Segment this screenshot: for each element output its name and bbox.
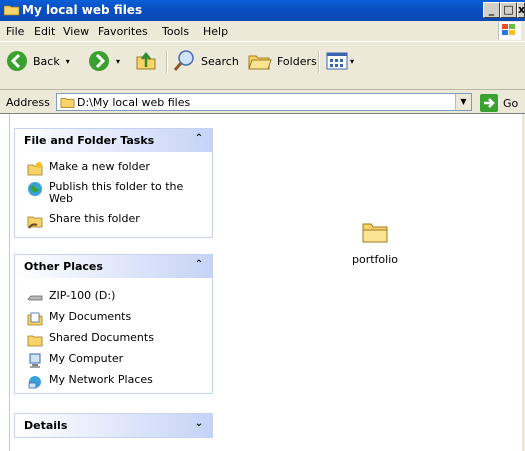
place-label: My Network Places <box>49 373 153 386</box>
place-label: My Computer <box>49 352 124 365</box>
file-item[interactable]: portfolio <box>350 220 400 266</box>
globe-icon <box>28 182 42 196</box>
address-label: Address <box>6 96 50 109</box>
computer-icon <box>29 353 41 368</box>
address-value: D:\My local web files <box>77 96 191 109</box>
forward-arrow-icon <box>89 51 109 71</box>
left-gutter <box>0 114 10 451</box>
shared-folder-icon <box>27 335 43 347</box>
place-label: My Documents <box>49 310 132 323</box>
close-button[interactable]: x <box>517 2 525 18</box>
task-publish-to-web[interactable]: Publish this folder to the Web <box>27 181 199 205</box>
share-folder-icon <box>27 216 43 229</box>
minimize-button[interactable]: _ <box>483 2 500 18</box>
folder-icon <box>60 97 75 108</box>
file-folder-tasks-panel: File and Folder Tasks ⌃ Make a new folde… <box>14 128 213 238</box>
address-input[interactable]: D:\My local web files ▼ <box>56 93 472 111</box>
file-folder-tasks-header[interactable]: File and Folder Tasks ⌃ <box>15 129 212 152</box>
maximize-button[interactable]: □ <box>500 2 517 18</box>
place-shared-documents[interactable]: Shared Documents <box>27 332 199 348</box>
window-title: My local web files <box>22 3 143 17</box>
details-header[interactable]: Details ⌄ <box>15 414 212 437</box>
back-label: Back <box>33 54 60 68</box>
folders-label: Folders <box>277 54 317 68</box>
my-documents-icon <box>27 312 43 326</box>
collapse-chevron-icon[interactable]: ⌃ <box>192 133 206 147</box>
collapse-chevron-icon[interactable]: ⌃ <box>192 259 206 273</box>
search-label: Search <box>201 54 239 68</box>
place-label: ZIP-100 (D:) <box>49 289 116 302</box>
chevron-down-icon: ▾ <box>350 56 355 66</box>
up-folder-icon <box>136 51 156 70</box>
chevron-down-icon: ▾ <box>65 56 70 66</box>
back-arrow-icon <box>7 51 27 71</box>
task-label: Publish this folder to the Web <box>49 180 184 205</box>
views-button[interactable]: ▾ <box>326 49 354 73</box>
folder-icon <box>4 5 20 16</box>
file-view-area[interactable] <box>218 116 525 451</box>
place-my-network-places[interactable]: My Network Places <box>27 374 199 390</box>
go-button[interactable]: Go <box>480 94 518 112</box>
folder-icon <box>362 223 388 243</box>
menu-file[interactable]: File <box>6 25 24 38</box>
title-bar[interactable]: My local web files _ □ x <box>0 0 525 21</box>
menu-tools[interactable]: Tools <box>162 25 189 38</box>
folders-icon <box>248 55 272 70</box>
menu-bar: File Edit View Favorites Tools Help <box>0 21 525 42</box>
panel-title: File and Folder Tasks <box>24 134 155 147</box>
windows-logo-icon <box>498 22 521 40</box>
other-places-header[interactable]: Other Places ⌃ <box>15 255 212 278</box>
place-label: Shared Documents <box>49 331 154 344</box>
task-label: Share this folder <box>49 212 140 225</box>
search-button[interactable]: Search <box>172 49 239 73</box>
place-my-computer[interactable]: My Computer <box>27 353 199 369</box>
task-make-new-folder[interactable]: Make a new folder <box>27 161 199 177</box>
network-places-icon <box>28 376 41 389</box>
drive-icon <box>27 295 43 301</box>
go-arrow-icon <box>480 94 498 112</box>
file-name: portfolio <box>352 253 398 266</box>
other-places-panel: Other Places ⌃ ZIP-100 (D:) My Documents… <box>14 254 213 394</box>
place-my-documents[interactable]: My Documents <box>27 311 199 327</box>
expand-chevron-icon[interactable]: ⌄ <box>192 418 206 432</box>
new-folder-icon <box>27 162 43 176</box>
search-icon <box>173 50 194 71</box>
menu-favorites[interactable]: Favorites <box>98 25 148 38</box>
menu-view[interactable]: View <box>63 25 89 38</box>
address-dropdown-button[interactable]: ▼ <box>455 94 471 110</box>
up-folder-button[interactable] <box>135 49 157 73</box>
back-button[interactable]: Back ▾ <box>6 49 70 73</box>
panel-title: Details <box>24 419 68 432</box>
task-share-folder[interactable]: Share this folder <box>27 213 199 229</box>
panel-title: Other Places <box>24 260 103 273</box>
details-panel: Details ⌄ <box>14 413 213 438</box>
chevron-down-icon: ▾ <box>116 56 121 66</box>
task-label: Make a new folder <box>49 160 150 173</box>
menu-help[interactable]: Help <box>203 25 228 38</box>
forward-button[interactable]: ▾ <box>88 49 120 73</box>
place-zip-drive[interactable]: ZIP-100 (D:) <box>27 290 199 306</box>
go-label: Go <box>503 96 519 110</box>
views-icon <box>326 52 348 70</box>
menu-edit[interactable]: Edit <box>34 25 55 38</box>
folders-button[interactable]: Folders <box>248 49 317 73</box>
